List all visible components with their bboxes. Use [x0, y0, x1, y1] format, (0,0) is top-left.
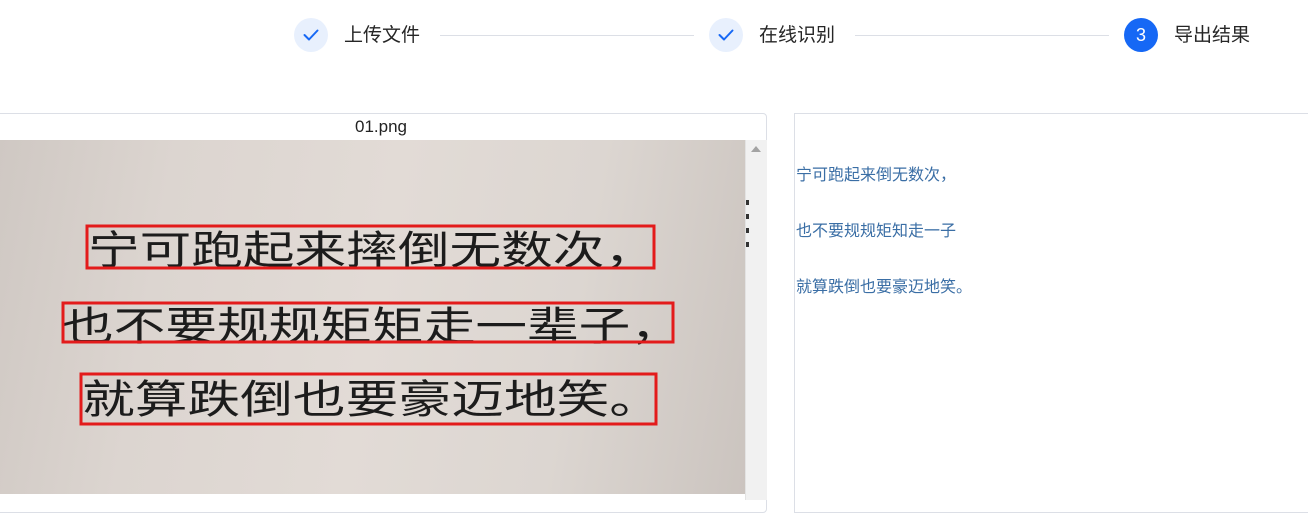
recognized-text[interactable]: 宁可跑起来倒无数次， 也不要规规矩知走一子 就算跌倒也要豪迈地笑。: [796, 133, 1296, 329]
step-3-active-indicator: 3: [1124, 18, 1158, 52]
step-connector-1: [440, 35, 694, 36]
steps-bar: 上传文件 在线识别 3 导出结果: [0, 0, 1308, 72]
step-1-label: 上传文件: [344, 24, 421, 46]
check-icon: [303, 29, 319, 41]
file-name: 01.png: [355, 117, 407, 136]
step-1-done-indicator: [294, 18, 328, 52]
result-line: 就算跌倒也要豪迈地笑。: [796, 277, 973, 296]
step-3-label: 导出结果: [1174, 24, 1251, 46]
step-2-done-indicator: [709, 18, 743, 52]
scroll-marks: [746, 200, 749, 260]
scroll-up-arrow-icon[interactable]: [751, 146, 761, 152]
step-connector-2: [855, 35, 1109, 36]
check-icon: [718, 29, 734, 41]
vertical-scrollbar[interactable]: [745, 140, 767, 500]
step-3-number: 3: [1135, 24, 1146, 45]
result-line: 宁可跑起来倒无数次，: [796, 165, 957, 184]
uploaded-image: 宁可跑起来摔倒无数次， 也不要规规矩矩走一辈子， 就算跌倒也要豪迈地笑。: [0, 140, 745, 494]
image-canvas: 宁可跑起来摔倒无数次， 也不要规规矩矩走一辈子， 就算跌倒也要豪迈地笑。: [61, 224, 682, 426]
step-2-label: 在线识别: [759, 24, 836, 46]
handwritten-line: 就算跌倒也要豪迈地笑。: [82, 377, 662, 423]
result-line: 也不要规规矩知走一子: [796, 221, 957, 240]
